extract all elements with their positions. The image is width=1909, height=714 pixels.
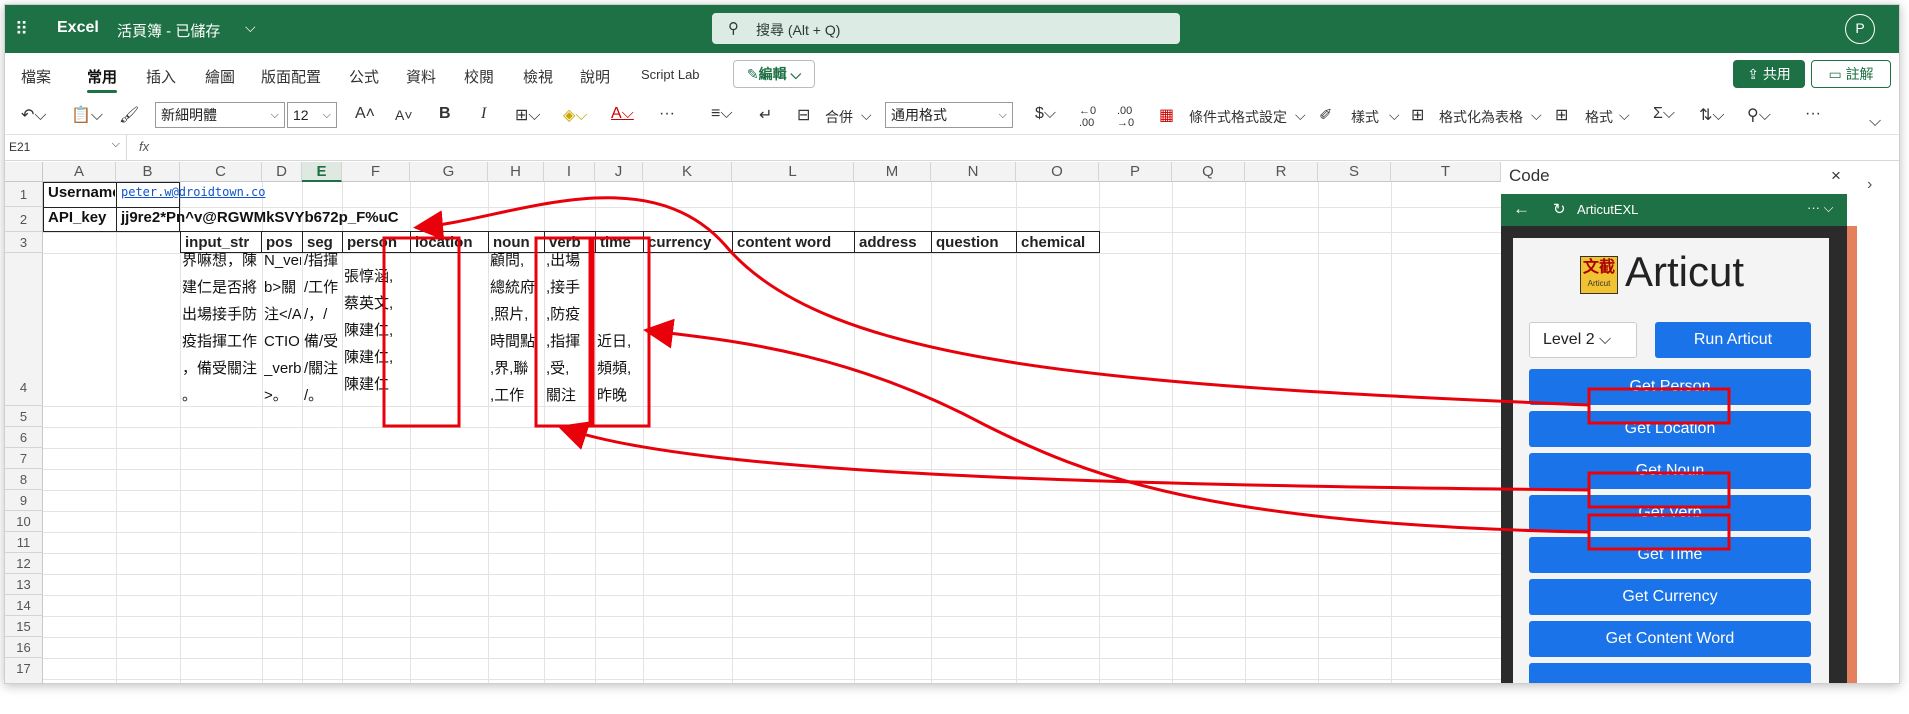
get-person-highlight xyxy=(1587,387,1731,425)
arrow-verb xyxy=(643,318,1590,534)
arrow-noun xyxy=(557,421,1590,492)
noun-column-highlight xyxy=(534,236,592,428)
arrow-person xyxy=(413,196,1590,407)
excel-window: ⠿ Excel 活頁簿 - 已儲存 ⌵ ⚲ 搜尋 (Alt + Q) P 檔案 … xyxy=(4,4,1900,684)
annotation-overlay xyxy=(382,196,1731,551)
get-noun-highlight xyxy=(1587,471,1731,509)
person-column-highlight xyxy=(382,236,461,428)
get-verb-highlight xyxy=(1587,513,1731,551)
verb-column-highlight xyxy=(591,236,651,428)
